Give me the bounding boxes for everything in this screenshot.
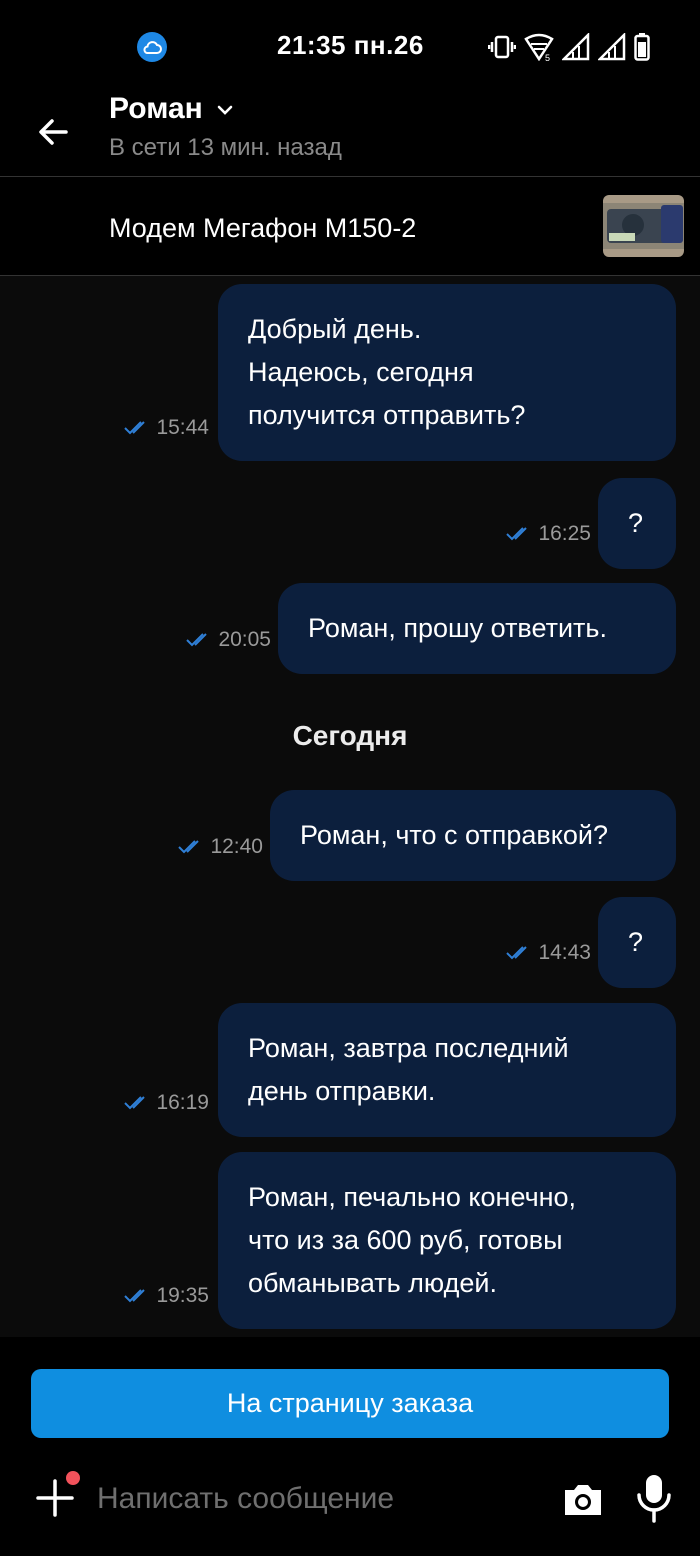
message-bubble[interactable]: Роман, что с отправкой? [270,790,676,881]
day-separator: Сегодня [292,720,408,751]
product-bar[interactable]: Модем Мегафон М150-2 [0,177,700,276]
status-icons: 5 [488,33,626,61]
chat-header: Роман В сети 13 мин. назад [0,90,700,177]
double-check-icon [124,1289,146,1303]
camera-icon[interactable] [561,1477,605,1521]
signal-icon [562,33,590,61]
message-bubble[interactable]: Роман, печально конечно, что из за 600 р… [218,1152,676,1329]
product-title[interactable]: Модем Мегафон М150-2 [109,213,416,244]
double-check-icon [124,421,146,435]
message-bubble[interactable]: ? [598,897,676,988]
message-meta: 20:05 [186,628,271,652]
message-list[interactable]: Добрый день. Надеюсь, сегодня получится … [0,276,700,1337]
product-thumbnail[interactable] [603,195,684,257]
message-meta: 14:43 [506,941,591,965]
message-time: 19:35 [156,1284,209,1307]
message-time: 16:19 [156,1091,209,1114]
double-check-icon [186,633,208,647]
message-bubble[interactable]: Роман, завтра последний день отправки. [218,1003,676,1137]
message-meta: 15:44 [124,416,209,440]
message-time: 20:05 [218,628,271,651]
message-time: 15:44 [156,416,209,439]
message-meta: 12:40 [178,835,263,859]
order-page-button[interactable]: На страницу заказа [31,1369,669,1438]
notification-dot [66,1471,80,1485]
message-bubble[interactable]: ? [598,478,676,569]
back-arrow-icon[interactable] [32,110,76,154]
message-meta: 19:35 [124,1284,209,1308]
chevron-down-icon[interactable] [216,104,234,116]
message-time: 14:43 [538,941,591,964]
svg-text:5: 5 [545,53,550,61]
wifi-icon: 5 [524,33,554,61]
clock: 21:35 пн.26 [277,30,424,60]
double-check-icon [178,840,200,854]
message-bubble[interactable]: Роман, прошу ответить. [278,583,676,674]
message-time: 12:40 [210,835,263,858]
double-check-icon [124,1096,146,1110]
cloud-icon [137,32,167,62]
presence-status: В сети 13 мин. назад [109,134,342,161]
double-check-icon [506,946,528,960]
message-time: 16:25 [538,522,591,545]
status-bar: 21:35 пн.26 5 [0,0,700,90]
signal-icon-2 [598,33,626,61]
message-meta: 16:25 [506,522,591,546]
message-meta: 16:19 [124,1091,209,1115]
microphone-icon[interactable] [634,1473,674,1523]
vibrate-icon [488,35,516,59]
composer-area: На страницу заказа [0,1337,700,1556]
double-check-icon [506,527,528,541]
message-input[interactable] [97,1477,527,1521]
message-bubble[interactable]: Добрый день. Надеюсь, сегодня получится … [218,284,676,461]
battery-icon [634,33,650,61]
contact-name[interactable]: Роман [109,92,203,126]
